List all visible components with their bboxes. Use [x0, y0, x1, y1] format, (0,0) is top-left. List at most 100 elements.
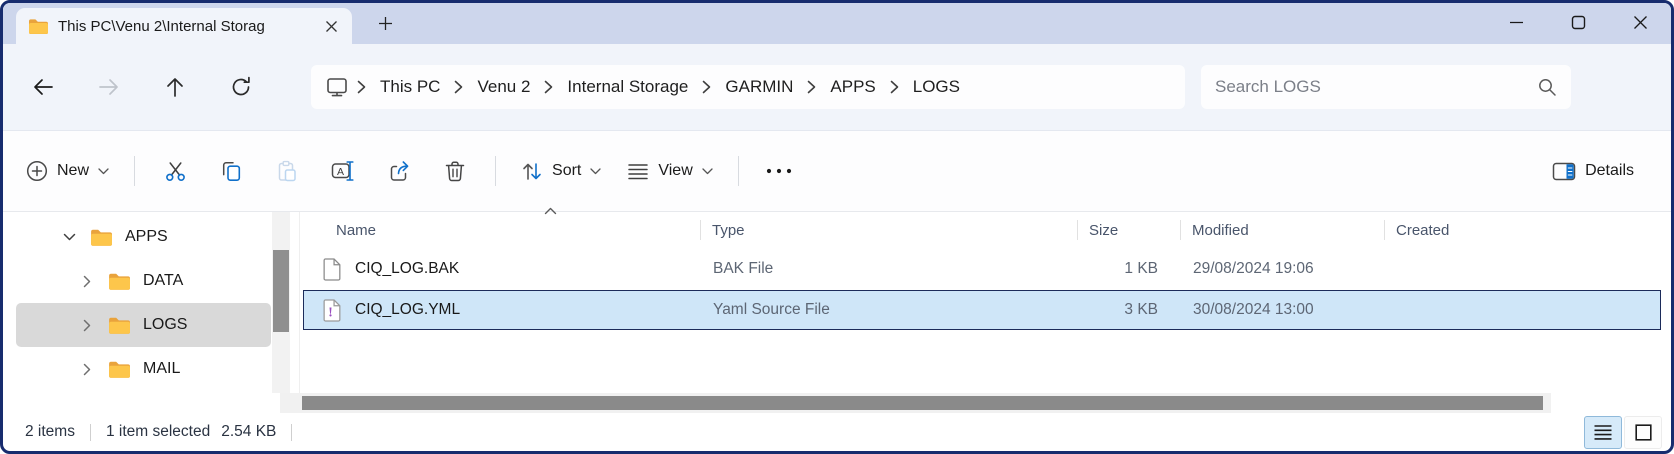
horizontal-scrollbar[interactable] — [280, 393, 1551, 413]
more-options-button[interactable] — [751, 149, 807, 193]
details-view-toggle[interactable] — [1584, 416, 1622, 449]
breadcrumb-item-logs[interactable]: LOGS — [901, 71, 972, 103]
breadcrumb-chevron-icon — [888, 80, 901, 94]
navigation-pane: APPS DATA — [3, 212, 299, 393]
selection-size: 2.54 KB — [221, 423, 276, 441]
new-button-label: New — [57, 162, 89, 180]
horizontal-scrollbar-row — [3, 393, 1671, 413]
copy-button[interactable] — [203, 149, 259, 193]
svg-text:!: ! — [328, 304, 333, 319]
column-header-modified[interactable]: Modified — [1180, 212, 1384, 248]
cut-button[interactable] — [147, 149, 203, 193]
up-button[interactable] — [153, 65, 197, 109]
folder-icon — [28, 18, 48, 34]
delete-button[interactable] — [427, 149, 483, 193]
chevron-down-icon — [590, 168, 601, 175]
yaml-document-icon: ! — [323, 299, 342, 322]
file-list-pane: Name Type Size Modified Created CIQ_LOG.… — [299, 212, 1671, 393]
file-modified: 29/08/2024 19:06 — [1181, 260, 1385, 278]
command-toolbar: New — [3, 130, 1671, 212]
folder-icon — [90, 228, 112, 246]
breadcrumb-item-this-pc[interactable]: This PC — [368, 71, 452, 103]
sidebar-scrollbar[interactable] — [272, 212, 290, 393]
file-name: CIQ_LOG.BAK — [355, 260, 459, 278]
chevron-down-icon — [98, 168, 109, 175]
breadcrumb-item-apps[interactable]: APPS — [818, 71, 887, 103]
selection-count: 1 item selected — [106, 423, 210, 441]
close-button[interactable] — [1609, 3, 1671, 41]
new-button[interactable]: New — [13, 149, 122, 193]
column-header-type[interactable]: Type — [700, 212, 1077, 248]
column-header-created[interactable]: Created — [1384, 212, 1671, 248]
chevron-right-icon[interactable] — [79, 363, 95, 376]
breadcrumb-item-venu-2[interactable]: Venu 2 — [465, 71, 542, 103]
address-bar[interactable]: This PC Venu 2 Internal Storage GARMIN A… — [311, 65, 1185, 109]
breadcrumb-item-internal-storage[interactable]: Internal Storage — [555, 71, 700, 103]
maximize-button[interactable] — [1547, 3, 1609, 41]
refresh-button[interactable] — [219, 65, 263, 109]
file-type: Yaml Source File — [701, 301, 1078, 319]
forward-button[interactable] — [87, 65, 131, 109]
sidebar-scrollbar-thumb[interactable] — [273, 250, 289, 332]
details-pane-icon — [1552, 161, 1576, 182]
sidebar-item-label: LOGS — [143, 316, 187, 334]
details-button-label: Details — [1585, 162, 1634, 180]
file-row-ciq-log-bak[interactable]: CIQ_LOG.BAK BAK File 1 KB 29/08/2024 19:… — [303, 249, 1661, 289]
chevron-right-icon[interactable] — [79, 275, 95, 288]
sort-button-label: Sort — [552, 162, 581, 180]
sidebar-item-logs[interactable]: LOGS — [16, 303, 271, 347]
file-type: BAK File — [701, 260, 1078, 278]
breadcrumb-chevron-icon — [355, 80, 368, 94]
svg-text:A: A — [337, 166, 344, 178]
file-size: 3 KB — [1078, 301, 1181, 319]
file-explorer-window: This PC\Venu 2\Internal Storag — [0, 0, 1674, 454]
file-row-ciq-log-yml[interactable]: ! CIQ_LOG.YML Yaml Source File 3 KB 30/0… — [303, 290, 1661, 330]
share-button[interactable] — [371, 149, 427, 193]
tab-close-icon[interactable] — [318, 13, 344, 39]
window-controls — [1485, 3, 1671, 44]
sidebar-item-data[interactable]: DATA — [16, 259, 271, 303]
breadcrumb-item-garmin[interactable]: GARMIN — [713, 71, 805, 103]
horizontal-scrollbar-thumb[interactable] — [302, 396, 1543, 410]
file-size: 1 KB — [1078, 260, 1181, 278]
toolbar-divider — [495, 156, 496, 186]
search-input[interactable] — [1215, 77, 1537, 97]
sort-button[interactable]: Sort — [508, 149, 614, 193]
sidebar-item-mail[interactable]: MAIL — [16, 347, 271, 391]
breadcrumb-chevron-icon — [452, 80, 465, 94]
this-pc-icon — [321, 76, 355, 98]
sidebar-item-label: MAIL — [143, 360, 180, 378]
search-icon[interactable] — [1537, 77, 1557, 97]
paste-button[interactable] — [259, 149, 315, 193]
tab-title: This PC\Venu 2\Internal Storag — [58, 18, 308, 35]
column-header-name[interactable]: Name — [300, 212, 700, 248]
breadcrumb-chevron-icon — [805, 80, 818, 94]
sort-arrows-icon — [521, 161, 543, 182]
search-box[interactable] — [1201, 65, 1571, 109]
explorer-tab[interactable]: This PC\Venu 2\Internal Storag — [16, 8, 352, 44]
new-tab-button[interactable] — [368, 7, 402, 41]
view-button[interactable]: View — [614, 149, 725, 193]
breadcrumb-chevron-icon — [700, 80, 713, 94]
back-button[interactable] — [21, 65, 65, 109]
chevron-right-icon[interactable] — [79, 319, 95, 332]
plus-circle-icon — [26, 160, 48, 182]
navigation-bar: This PC Venu 2 Internal Storage GARMIN A… — [3, 44, 1671, 130]
sidebar-item-apps[interactable]: APPS — [16, 215, 271, 259]
status-divider — [291, 424, 292, 441]
details-button[interactable]: Details — [1539, 149, 1647, 193]
main-content: APPS DATA — [3, 212, 1671, 393]
folder-icon — [108, 272, 130, 290]
rename-button[interactable]: A — [315, 149, 371, 193]
file-name: CIQ_LOG.YML — [355, 301, 460, 319]
icons-view-toggle[interactable] — [1624, 416, 1662, 449]
chevron-down-icon[interactable] — [61, 233, 77, 242]
minimize-button[interactable] — [1485, 3, 1547, 41]
sidebar-item-label: DATA — [143, 272, 183, 290]
sidebar-item-label: APPS — [125, 228, 168, 246]
column-header-size[interactable]: Size — [1077, 212, 1180, 248]
file-modified: 30/08/2024 13:00 — [1181, 301, 1385, 319]
toolbar-divider — [738, 156, 739, 186]
document-icon — [323, 258, 342, 281]
status-divider — [90, 424, 91, 441]
